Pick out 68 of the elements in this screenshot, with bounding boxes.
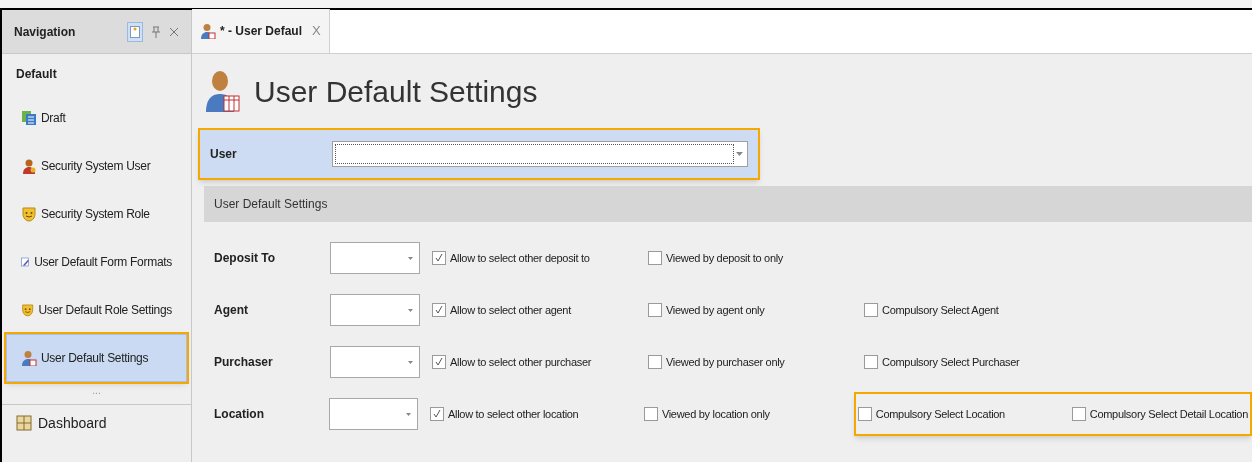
checkbox[interactable] [432,355,446,369]
pencil-document-icon [21,254,31,270]
field-label: Purchaser [213,354,274,371]
checkbox-label: Allow to select other location [448,406,579,422]
person-calendar-icon [21,350,37,366]
mask-icon [21,302,35,318]
checkbox[interactable] [864,303,878,317]
checkbox[interactable] [1071,407,1086,421]
dropdown-arrow-icon [406,412,412,416]
dropdown[interactable] [328,398,419,430]
nav-item[interactable]: Draft [6,94,187,142]
page-title: User Default Settings [254,73,538,110]
dashboard-icon [16,415,32,431]
nav-item[interactable]: User Default Form Formats [6,238,187,286]
person-icon [21,158,37,174]
check-icon [432,409,443,419]
close-icon[interactable] [169,26,179,37]
checkbox-label: Viewed by purchaser only [666,354,785,370]
checkbox-label: Viewed by agent only [666,302,765,318]
field-label: Deposit To [213,250,277,267]
panel-title: Navigation [14,23,77,41]
checkbox[interactable] [648,355,662,369]
dropdown[interactable] [330,294,420,326]
nav-item[interactable]: Security System User [6,142,187,190]
checkbox[interactable] [864,355,878,369]
mask-icon [21,206,37,222]
checkbox[interactable] [643,407,658,421]
document-icon [21,110,37,126]
panel-view-button[interactable] [127,21,143,42]
checkbox[interactable] [432,303,446,317]
nav-item[interactable]: User Default Settings [6,334,187,382]
checkbox-label: Compulsory Select Agent [882,302,999,318]
section-header: User Default Settings [204,186,1252,222]
note-icon [130,25,140,38]
checkbox-label: Compulsory Select Location [875,406,1005,422]
checkbox-label: Compulsory Select Detail Location [1089,406,1248,422]
dropdown-arrow-icon [408,360,413,364]
checkbox-label: Allow to select other purchaser [450,354,592,370]
check-icon [434,253,444,263]
dropdown-arrow-icon [408,256,413,260]
checkbox-label: Allow to select other agent [450,302,571,318]
field-label: Agent [213,302,249,319]
nav-item[interactable]: Dashboard [2,411,191,435]
nav-group-title: Default [15,66,58,83]
dropdown[interactable] [330,242,420,274]
dropdown-arrow-icon [736,152,743,156]
document-tab[interactable]: * - User Defaul X [192,9,330,53]
checkbox[interactable] [430,407,445,421]
field-label: Location [213,406,265,423]
checkbox-label: Viewed by location only [661,406,770,422]
check-icon [434,305,444,315]
checkbox-label: Viewed by deposit to only [666,250,784,266]
user-dropdown[interactable] [332,141,748,167]
person-calendar-icon [200,23,216,39]
pin-icon[interactable] [151,25,161,38]
nav-item[interactable]: Security System Role [6,190,187,238]
checkbox[interactable] [432,251,446,265]
nav-item[interactable]: User Default Role Settings [6,286,187,334]
check-icon [434,357,444,367]
checkbox-label: Compulsory Select Purchaser [882,354,1020,370]
dropdown-arrow-icon [408,308,413,312]
dropdown[interactable] [330,346,420,378]
field-label: User [210,146,238,163]
checkbox[interactable] [648,251,662,265]
checkbox[interactable] [648,303,662,317]
checkbox[interactable] [857,407,872,421]
checkbox-label: Allow to select other deposit to [450,250,590,266]
person-calendar-icon [206,70,240,112]
